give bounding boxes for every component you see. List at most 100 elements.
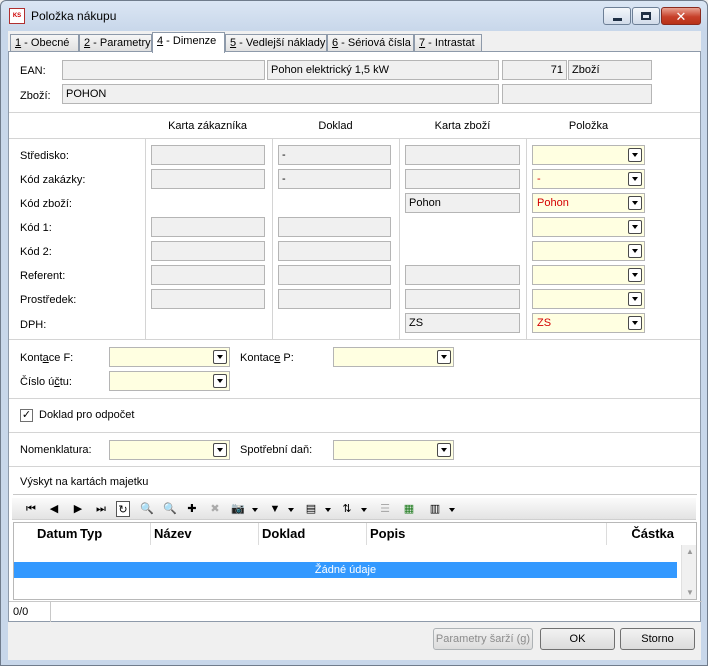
tab-dimenze[interactable]: 4 - Dimenze — [152, 32, 225, 53]
kod-zbozi-karta-zbozi[interactable]: Pohon — [405, 193, 520, 213]
kod-zakazky-doklad[interactable]: - — [278, 169, 391, 189]
sort-icon[interactable]: ⇅ — [339, 501, 355, 517]
report-icon[interactable]: ▥ — [427, 501, 443, 517]
stredisko-polozka-combo[interactable] — [532, 145, 645, 165]
tab-panel-dimenze: EAN: Pohon elektrický 1,5 kW 71 Zboží Zb… — [8, 51, 702, 622]
kod-1-karta-zakaznika[interactable] — [151, 217, 265, 237]
kod-zbozi-polozka-combo[interactable]: Pohon — [532, 193, 645, 213]
last-record-icon[interactable]: ⏭ — [94, 501, 108, 517]
prostredek-karta-zakaznika[interactable] — [151, 289, 265, 309]
item-name-field[interactable]: Pohon elektrický 1,5 kW — [267, 60, 499, 80]
grid-header-doklad[interactable]: Doklad — [259, 523, 367, 545]
dropdown-arrow-icon[interactable] — [628, 292, 642, 306]
list-icon[interactable]: ☰ — [377, 501, 393, 517]
zbozi-field[interactable]: POHON — [62, 84, 499, 104]
stredisko-label: Středisko: — [20, 150, 69, 162]
dph-polozka-combo[interactable]: ZS — [532, 313, 645, 333]
dropdown-arrow-icon[interactable] — [628, 316, 642, 330]
kod-2-polozka-combo[interactable] — [532, 241, 645, 261]
divider — [9, 138, 700, 139]
referent-polozka-combo[interactable] — [532, 265, 645, 285]
excel-export-icon[interactable]: ▦ — [401, 501, 417, 517]
referent-karta-zakaznika[interactable] — [151, 265, 265, 285]
dropdown-arrow-icon[interactable] — [628, 172, 642, 186]
dropdown-arrow-icon[interactable] — [628, 196, 642, 210]
first-record-icon[interactable]: ⏮ — [24, 501, 38, 517]
dropdown-arrow-icon[interactable] — [628, 220, 642, 234]
kontace-p-label: Kontace P: — [240, 352, 294, 364]
maximize-button[interactable] — [632, 7, 660, 25]
grid-vertical-scrollbar[interactable]: ▲ ▼ — [681, 545, 696, 599]
dropdown-arrow-icon[interactable] — [628, 148, 642, 162]
prostredek-polozka-combo[interactable] — [532, 289, 645, 309]
app-icon: KS — [9, 8, 25, 24]
spotrebni-dan-label: Spotřební daň: — [240, 444, 313, 456]
prostredek-karta-zbozi[interactable] — [405, 289, 520, 309]
nomenklatura-combo[interactable] — [109, 440, 230, 460]
kod-zakazky-karta-zakaznika[interactable] — [151, 169, 265, 189]
close-button[interactable]: ✕ — [661, 7, 701, 25]
kod-zakazky-label: Kód zakázky: — [20, 174, 86, 186]
kod-1-doklad[interactable] — [278, 217, 391, 237]
dropdown-arrow-icon[interactable] — [361, 508, 367, 512]
add-star-icon[interactable]: ✚ — [184, 501, 200, 517]
grid-header-datum[interactable]: Datum — [34, 523, 77, 545]
ean-field[interactable] — [62, 60, 265, 80]
storno-button[interactable]: Storno — [620, 628, 695, 650]
column-karta-zakaznika: Karta zákazníka — [168, 120, 247, 132]
item-number-field[interactable]: 71 — [502, 60, 567, 80]
kontace-f-combo[interactable] — [109, 347, 230, 367]
dropdown-arrow-icon[interactable] — [449, 508, 455, 512]
dropdown-arrow-icon[interactable] — [437, 443, 451, 457]
dropdown-arrow-icon[interactable] — [252, 508, 258, 512]
refresh-icon[interactable]: ↻ — [116, 501, 130, 517]
doklad-pro-odpocet-checkbox[interactable]: ✓ — [20, 409, 33, 422]
ok-button[interactable]: OK — [540, 628, 615, 650]
stredisko-karta-zakaznika[interactable] — [151, 145, 265, 165]
referent-karta-zbozi[interactable] — [405, 265, 520, 285]
dropdown-arrow-icon[interactable] — [628, 244, 642, 258]
dropdown-arrow-icon[interactable] — [288, 508, 294, 512]
kod-2-karta-zakaznika[interactable] — [151, 241, 265, 261]
prostredek-doklad[interactable] — [278, 289, 391, 309]
referent-doklad[interactable] — [278, 265, 391, 285]
grid-no-data-row[interactable]: Žádné údaje — [14, 562, 677, 578]
delete-icon[interactable]: ✖ — [207, 501, 223, 517]
filter-icon[interactable]: ▼ — [267, 501, 283, 517]
cislo-uctu-combo[interactable] — [109, 371, 230, 391]
camera-icon[interactable]: 📷 — [230, 501, 246, 517]
title-bar[interactable]: KS Položka nákupu ✕ — [1, 1, 707, 31]
kod-2-doklad[interactable] — [278, 241, 391, 261]
dph-karta-zbozi[interactable]: ZS — [405, 313, 520, 333]
kontace-p-combo[interactable] — [333, 347, 454, 367]
kod-1-label: Kód 1: — [20, 222, 52, 234]
dropdown-arrow-icon[interactable] — [325, 508, 331, 512]
kod-1-polozka-combo[interactable] — [532, 217, 645, 237]
spotrebni-dan-combo[interactable] — [333, 440, 454, 460]
minimize-button[interactable] — [603, 7, 631, 25]
zbozi-extra-field[interactable] — [502, 84, 652, 104]
dropdown-arrow-icon[interactable] — [437, 350, 451, 364]
binoculars-icon[interactable]: 🔍 — [139, 501, 155, 517]
item-kind-field[interactable]: Zboží — [568, 60, 652, 80]
parametry-sarzi-button[interactable]: Parametry šarží (g) — [433, 628, 533, 650]
dropdown-arrow-icon[interactable] — [213, 350, 227, 364]
dropdown-arrow-icon[interactable] — [628, 268, 642, 282]
minimize-icon — [612, 17, 622, 21]
scroll-down-icon[interactable]: ▼ — [686, 588, 694, 597]
scroll-up-icon[interactable]: ▲ — [686, 547, 694, 556]
grid-header-popis[interactable]: Popis — [367, 523, 607, 545]
dropdown-arrow-icon[interactable] — [213, 443, 227, 457]
next-record-icon[interactable]: ▶ — [71, 501, 85, 517]
dropdown-arrow-icon[interactable] — [213, 374, 227, 388]
grid-header-typ[interactable]: Typ — [77, 523, 151, 545]
columns-icon[interactable]: ▤ — [303, 501, 319, 517]
stredisko-doklad[interactable]: - — [278, 145, 391, 165]
kod-zakazky-polozka-combo[interactable]: - — [532, 169, 645, 189]
grid-header-nazev[interactable]: Název — [151, 523, 259, 545]
stredisko-karta-zbozi[interactable] — [405, 145, 520, 165]
previous-record-icon[interactable]: ◀ — [47, 501, 61, 517]
kod-zakazky-karta-zbozi[interactable] — [405, 169, 520, 189]
binoculars-next-icon[interactable]: 🔍 — [162, 501, 178, 517]
grid-header-castka[interactable]: Částka — [607, 523, 677, 545]
